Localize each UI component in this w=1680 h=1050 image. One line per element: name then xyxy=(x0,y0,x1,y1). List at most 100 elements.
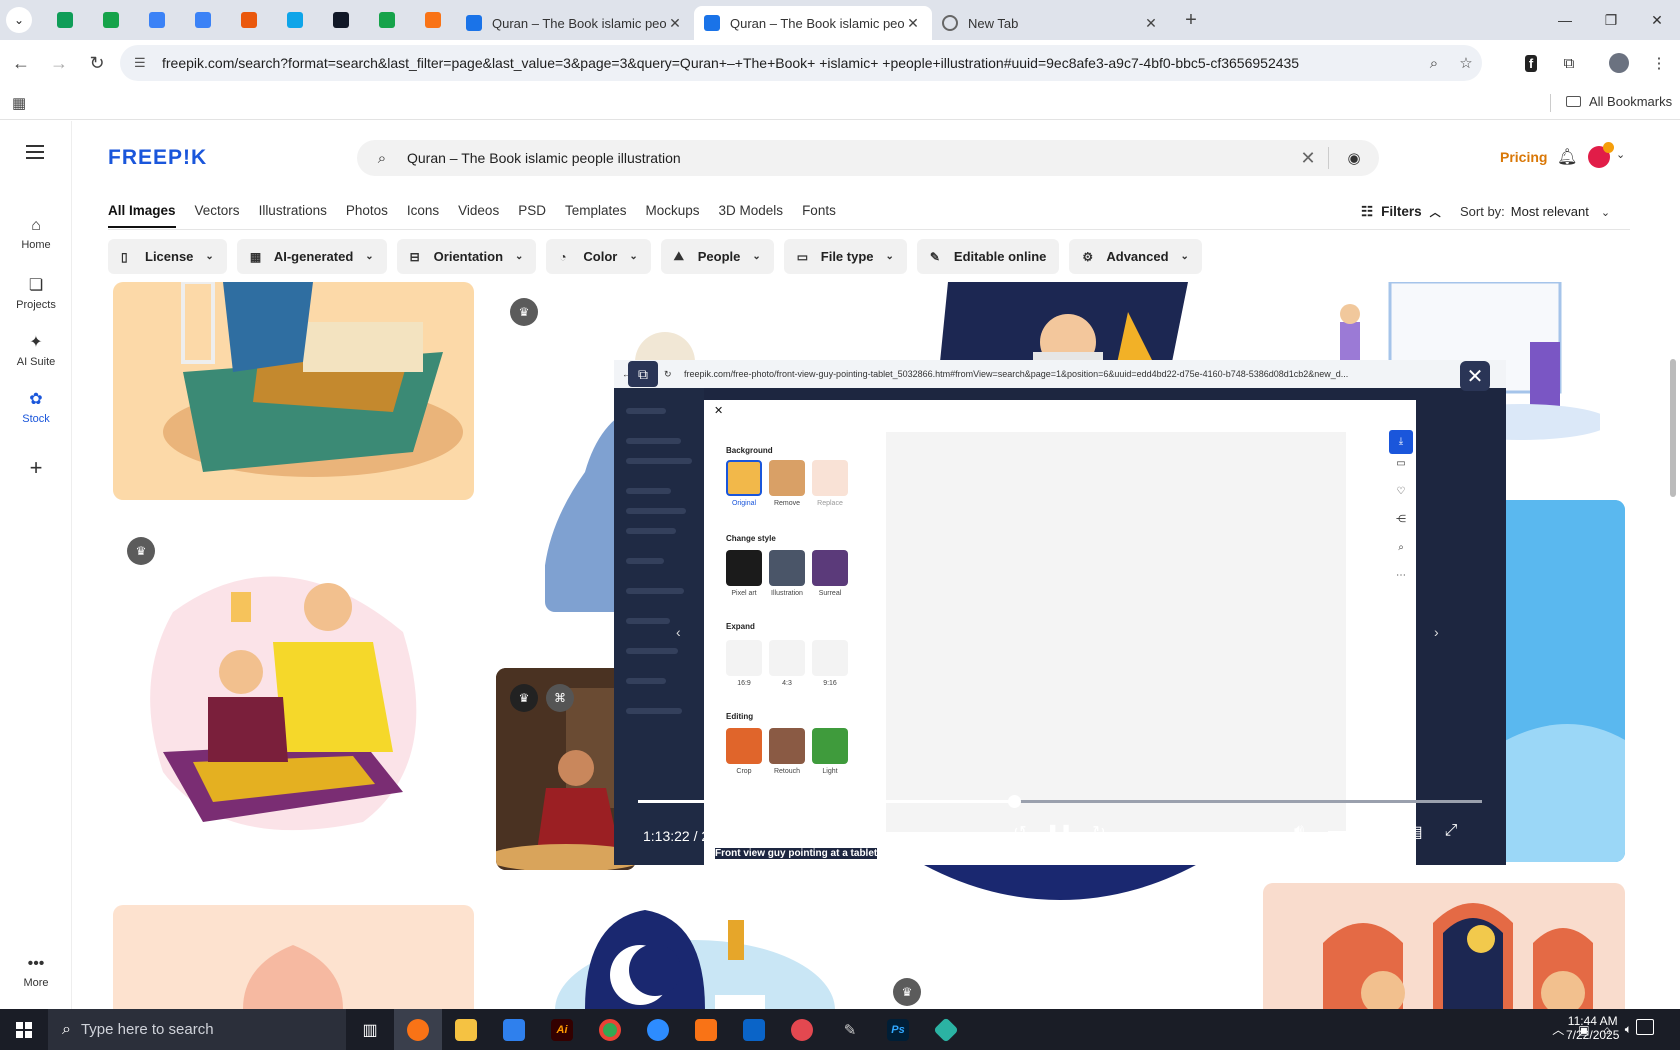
volume-knob[interactable] xyxy=(1357,827,1367,837)
clear-search-icon[interactable]: ✕ xyxy=(1288,148,1328,169)
tab-psd[interactable]: PSD xyxy=(518,203,546,228)
tab-templates[interactable]: Templates xyxy=(565,203,627,228)
pinned-tab-3[interactable] xyxy=(134,0,180,40)
start-button[interactable] xyxy=(0,1009,48,1050)
extension-icon[interactable]: f xyxy=(1516,48,1546,78)
close-video-button[interactable]: ✕ xyxy=(1460,361,1490,391)
taskbar-clock[interactable]: 11:44 AM 7/22/2025 xyxy=(1566,1014,1619,1042)
search-bar[interactable]: ⌕ Quran – The Book islamic people illust… xyxy=(357,140,1379,176)
site-info-icon[interactable]: ☰ xyxy=(134,55,152,71)
close-window-icon[interactable]: ✕ xyxy=(1634,0,1680,40)
result-card[interactable] xyxy=(915,860,1205,900)
app-teal-icon[interactable] xyxy=(922,1009,970,1050)
result-card[interactable] xyxy=(113,522,474,862)
close-tab-icon[interactable]: ✕ xyxy=(904,15,922,32)
fullscreen-icon[interactable]: ⤢ xyxy=(1438,822,1464,840)
browser-tab-3[interactable]: New Tab ✕ xyxy=(932,6,1170,40)
notification-bell-icon[interactable]: 🔔︎ xyxy=(1557,147,1577,167)
pinned-tab-1[interactable] xyxy=(42,0,88,40)
pause-icon[interactable]: ❚❚ xyxy=(1046,822,1073,842)
file-explorer-icon[interactable] xyxy=(442,1009,490,1050)
restore-icon[interactable]: ❐ xyxy=(1588,0,1634,40)
pinned-tab-4[interactable] xyxy=(180,0,226,40)
notifications-icon[interactable] xyxy=(1636,1019,1654,1035)
filter-chip-ai-generated[interactable]: ▦ AI-generated ⌄ xyxy=(236,239,387,274)
creative-cloud-icon[interactable] xyxy=(778,1009,826,1050)
tab-3d-models[interactable]: 3D Models xyxy=(719,203,784,228)
volume-icon[interactable]: 🔊︎ xyxy=(1286,822,1312,840)
sort-by-dropdown[interactable]: Sort by: Most relevant ⌄ xyxy=(1460,204,1610,219)
pinned-tab-2[interactable] xyxy=(88,0,134,40)
forward-button[interactable]: → xyxy=(42,46,76,80)
subtitles-icon[interactable]: ▤ xyxy=(1402,822,1428,842)
tab-photos[interactable]: Photos xyxy=(346,203,388,228)
close-tab-icon[interactable]: ✕ xyxy=(1142,15,1160,32)
tab-illustrations[interactable]: Illustrations xyxy=(259,203,327,228)
illustrator-icon[interactable]: Ai xyxy=(538,1009,586,1050)
result-card[interactable] xyxy=(113,282,474,500)
photoshop-icon[interactable]: Ps xyxy=(874,1009,922,1050)
rail-item-home[interactable]: ⌂ Home xyxy=(0,217,72,251)
tab-icons[interactable]: Icons xyxy=(407,203,439,228)
taskbar-search[interactable]: ⌕ Type here to search xyxy=(48,1009,346,1050)
zoom-icon[interactable] xyxy=(634,1009,682,1050)
bookmark-star-icon[interactable]: ☆ xyxy=(1450,54,1482,72)
pen-tool-icon[interactable]: ✎ xyxy=(826,1009,874,1050)
hamburger-menu-icon[interactable] xyxy=(26,145,44,163)
vscode-icon[interactable] xyxy=(490,1009,538,1050)
close-tab-icon[interactable]: ✕ xyxy=(666,15,684,32)
volume-slider[interactable] xyxy=(1328,827,1367,837)
rail-item-more[interactable]: ••• More xyxy=(0,955,72,989)
video-player-overlay[interactable]: ← → ↻ freepik.com/free-photo/front-view-… xyxy=(614,360,1506,865)
page-scrollbar[interactable] xyxy=(1666,121,1680,1009)
rail-item-stock[interactable]: ✿ Stock xyxy=(0,389,72,425)
tab-fonts[interactable]: Fonts xyxy=(802,203,836,228)
apps-grid-icon[interactable]: ▦ xyxy=(12,94,26,112)
rail-add-button[interactable]: + xyxy=(0,455,72,481)
filter-chip-orientation[interactable]: ⊟ Orientation ⌄ xyxy=(396,239,537,274)
pinned-tab-8[interactable] xyxy=(364,0,410,40)
filter-chip-license[interactable]: ▯ License ⌄ xyxy=(108,239,227,274)
rail-item-projects[interactable]: ❏ Projects xyxy=(0,275,72,311)
rewind-icon[interactable]: ↺ xyxy=(1007,822,1033,842)
outlook-icon[interactable] xyxy=(730,1009,778,1050)
reload-button[interactable]: ↻ xyxy=(80,46,114,80)
tab-vectors[interactable]: Vectors xyxy=(195,203,240,228)
address-bar[interactable]: ☰ freepik.com/search?format=search&last_… xyxy=(120,45,1482,81)
browser-tab-2-active[interactable]: Quran – The Book islamic peopl ✕ xyxy=(694,6,932,40)
video-progress-bar[interactable] xyxy=(638,795,1482,808)
back-button[interactable]: ← xyxy=(4,46,38,80)
firefox-icon[interactable] xyxy=(394,1009,442,1050)
all-bookmarks-button[interactable]: All Bookmarks xyxy=(1566,94,1672,109)
pinned-tab-9[interactable] xyxy=(410,0,456,40)
filters-toggle[interactable]: ☷ Filters ︿ xyxy=(1361,204,1441,220)
result-card[interactable] xyxy=(545,900,835,1009)
new-tab-button[interactable]: + xyxy=(1176,9,1206,32)
camera-search-icon[interactable]: ◉ xyxy=(1329,149,1379,167)
task-view-icon[interactable]: ▥ xyxy=(346,1009,394,1050)
extensions-puzzle-icon[interactable]: ⧉ xyxy=(1554,48,1584,78)
tab-all-images[interactable]: All Images xyxy=(108,203,176,228)
filter-chip-editable-online[interactable]: ✎ Editable online xyxy=(916,239,1060,274)
forward-skip-icon[interactable]: ↻ xyxy=(1086,822,1112,842)
tab-search-button[interactable]: ⌄ xyxy=(6,7,32,33)
minimize-icon[interactable]: — xyxy=(1542,0,1588,40)
progress-scrubber[interactable] xyxy=(1007,795,1021,808)
pinned-tab-7[interactable] xyxy=(318,0,364,40)
profile-avatar[interactable] xyxy=(1604,48,1634,78)
result-card[interactable] xyxy=(113,905,474,1009)
speaker-icon[interactable]: 🔈︎ xyxy=(1625,1022,1632,1037)
rail-item-ai-suite[interactable]: ✦ AI Suite xyxy=(0,332,72,368)
pinned-tab-6[interactable] xyxy=(272,0,318,40)
scrollbar-thumb[interactable] xyxy=(1670,359,1676,497)
chevron-down-icon[interactable]: ⌄ xyxy=(1616,148,1625,161)
search-input[interactable]: Quran – The Book islamic people illustra… xyxy=(407,150,1288,166)
filter-chip-people[interactable]: ⛰ People ⌄ xyxy=(660,239,774,274)
chrome-icon[interactable] xyxy=(586,1009,634,1050)
browser-menu-icon[interactable]: ⋮ xyxy=(1644,48,1674,78)
prev-arrow-icon[interactable]: ‹ xyxy=(676,624,681,640)
tab-mockups[interactable]: Mockups xyxy=(646,203,700,228)
tray-chevron-icon[interactable]: ︿ xyxy=(1552,1021,1564,1038)
user-avatar[interactable] xyxy=(1588,142,1614,168)
next-arrow-icon[interactable]: › xyxy=(1434,624,1439,640)
